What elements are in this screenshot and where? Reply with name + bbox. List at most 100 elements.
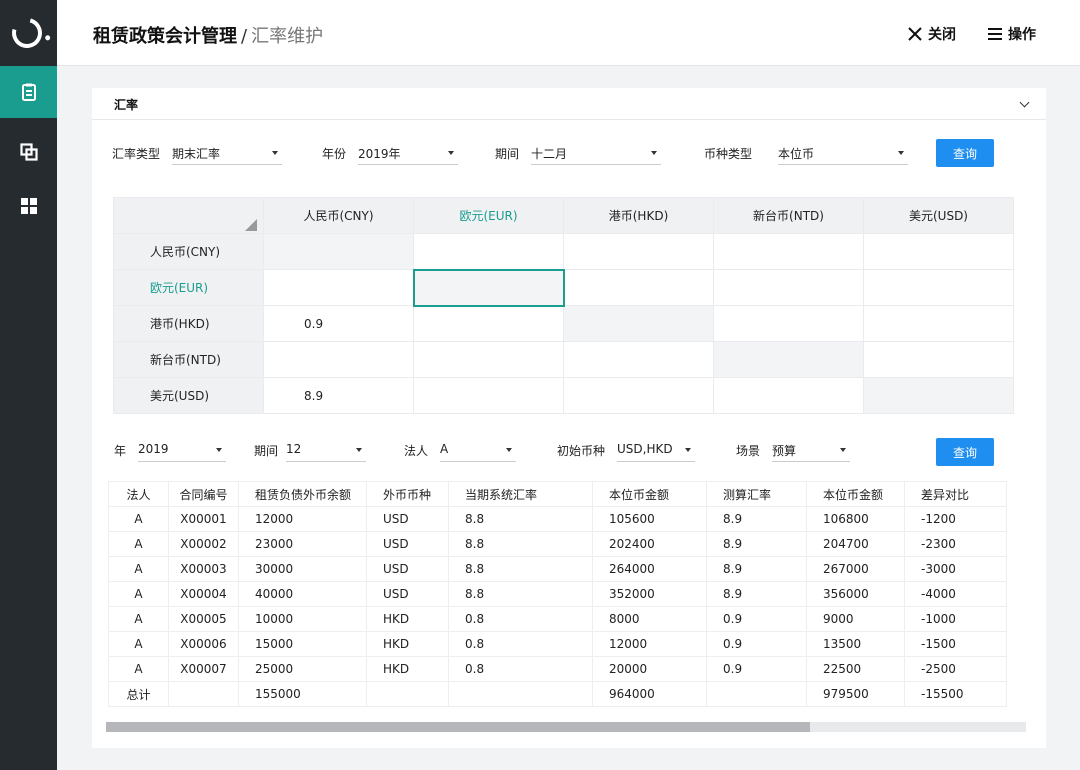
matrix-cell[interactable] [713, 305, 864, 342]
horizontal-scrollbar[interactable] [106, 722, 1026, 732]
matrix-cell[interactable] [863, 233, 1014, 270]
matrix-cell[interactable] [563, 233, 714, 270]
table-cell: 8.8 [448, 556, 593, 582]
scrollbar-thumb[interactable] [106, 722, 810, 732]
matrix-row: 美元(USD) 8.9 [113, 377, 1014, 414]
matrix-cell[interactable] [563, 269, 714, 306]
nav-clipboard[interactable] [0, 66, 57, 118]
matrix-cell[interactable] [413, 233, 564, 270]
table-cell: HKD [366, 631, 449, 657]
table-cell: 8.8 [448, 531, 593, 557]
table-row[interactable]: A X00005 10000 HKD 0.8 8000 0.9 9000 -1000 [108, 606, 1007, 632]
table-cell: 8.8 [448, 506, 593, 532]
table-row[interactable]: A X00001 12000 USD 8.8 105600 8.9 106800 -1200 [108, 506, 1007, 532]
table-row[interactable]: A X00006 15000 HKD 0.8 12000 0.9 13500 -1500 [108, 631, 1007, 657]
query-button[interactable]: 查询 [936, 139, 994, 167]
matrix-cell[interactable] [563, 377, 714, 414]
matrix-cell[interactable] [263, 269, 414, 306]
nav-copy[interactable] [0, 126, 57, 178]
matrix-cell[interactable] [713, 377, 864, 414]
column-header: 本位币金额 [592, 481, 707, 507]
table-row[interactable]: A X00007 25000 HKD 0.8 20000 0.9 22500 -2500 [108, 656, 1007, 682]
matrix-cell[interactable]: 0.9 [263, 305, 414, 342]
actions-button[interactable]: 操作 [987, 24, 1036, 44]
caret-down-icon [272, 151, 279, 155]
table-cell: 105600 [592, 506, 707, 532]
table-cell: 204700 [806, 531, 905, 557]
matrix-cell[interactable] [563, 341, 714, 378]
matrix-col-header: 欧元(EUR) [413, 197, 564, 234]
table-cell: 23000 [238, 531, 367, 557]
table-cell [706, 681, 807, 707]
matrix-cell [263, 233, 414, 270]
matrix-row-header: 人民币(CNY) [113, 233, 264, 270]
matrix-cell[interactable]: 8.9 [263, 377, 414, 414]
card-header[interactable]: 汇率 [92, 88, 1046, 120]
nav-grid[interactable] [0, 180, 57, 232]
currency-type-filter: 币种类型 本位币 [704, 141, 909, 165]
table-cell: A [108, 631, 169, 657]
rate-type-select[interactable]: 期末汇率 [172, 141, 283, 165]
title-separator: / [241, 26, 248, 47]
table-cell: 155000 [238, 681, 367, 707]
card-title: 汇率 [114, 98, 139, 112]
period-select[interactable]: 十二月 [531, 141, 662, 165]
column-header: 法人 [108, 481, 169, 507]
table-cell: 40000 [238, 581, 367, 607]
scenario-select[interactable]: 预算 [772, 438, 851, 462]
app-logo-icon[interactable] [6, 12, 48, 54]
table-cell: A [108, 656, 169, 682]
rate-type-value: 期末汇率 [172, 147, 221, 161]
caret-down-icon [840, 448, 847, 452]
table-cell: X00002 [168, 531, 239, 557]
table-cell: 267000 [806, 556, 905, 582]
matrix-cell[interactable] [413, 305, 564, 342]
table-cell: USD [366, 556, 449, 582]
period2-select[interactable]: 12 [286, 438, 367, 462]
table-total-row: 总计 155000 964000 979500 -15500 [108, 681, 1007, 707]
entity-label: 法人 [404, 443, 429, 458]
table-cell: A [108, 556, 169, 582]
table-row[interactable]: A X00002 23000 USD 8.8 202400 8.9 204700 -2300 [108, 531, 1007, 557]
matrix-cell[interactable] [863, 341, 1014, 378]
caret-down-icon [506, 448, 513, 452]
chevron-down-icon[interactable] [1019, 97, 1030, 108]
init-currency-select[interactable]: USD,HKD [617, 438, 696, 462]
column-header: 合同编号 [168, 481, 239, 507]
matrix-cell[interactable] [713, 233, 864, 270]
matrix-cell[interactable] [863, 269, 1014, 306]
table-header-row: 法人 合同编号 租赁负债外币余额 外币币种 当期系统汇率 本位币金额 测算汇率 … [108, 481, 1007, 507]
table-cell: 352000 [592, 581, 707, 607]
period-label: 期间 [495, 146, 520, 161]
year2-select[interactable]: 2019 [138, 438, 227, 462]
matrix-cell[interactable] [413, 377, 564, 414]
table-row[interactable]: A X00004 40000 USD 8.8 352000 8.9 356000 -4000 [108, 581, 1007, 607]
table-cell [366, 681, 449, 707]
matrix-col-header: 美元(USD) [863, 197, 1014, 234]
close-button[interactable]: 关闭 [907, 24, 956, 44]
table-cell: 356000 [806, 581, 905, 607]
table-cell: 8.9 [706, 531, 807, 557]
table-cell: 25000 [238, 656, 367, 682]
matrix-cell[interactable] [263, 341, 414, 378]
matrix-cell[interactable] [713, 269, 864, 306]
table-cell: -15500 [904, 681, 1007, 707]
year-select[interactable]: 2019年 [358, 141, 459, 165]
matrix-cell[interactable] [413, 341, 564, 378]
menu-icon [988, 28, 1002, 40]
matrix-row-header: 港币(HKD) [113, 305, 264, 342]
table-cell: 总计 [108, 681, 169, 707]
query-button-2[interactable]: 查询 [936, 438, 994, 466]
currency-type-select[interactable]: 本位币 [778, 141, 909, 165]
table-row[interactable]: A X00003 30000 USD 8.8 264000 8.9 267000 -3000 [108, 556, 1007, 582]
table-cell: 12000 [592, 631, 707, 657]
entity-value: A [440, 442, 449, 456]
matrix-cell-selected[interactable] [412, 268, 565, 307]
matrix-cell[interactable] [863, 305, 1014, 342]
header: 租赁政策会计管理 / 汇率维护 关闭 操作 [57, 0, 1080, 66]
entity-select[interactable]: A [440, 438, 517, 462]
table-cell: USD [366, 581, 449, 607]
table-cell: 0.9 [706, 656, 807, 682]
table-cell: 964000 [592, 681, 707, 707]
table-cell: 15000 [238, 631, 367, 657]
